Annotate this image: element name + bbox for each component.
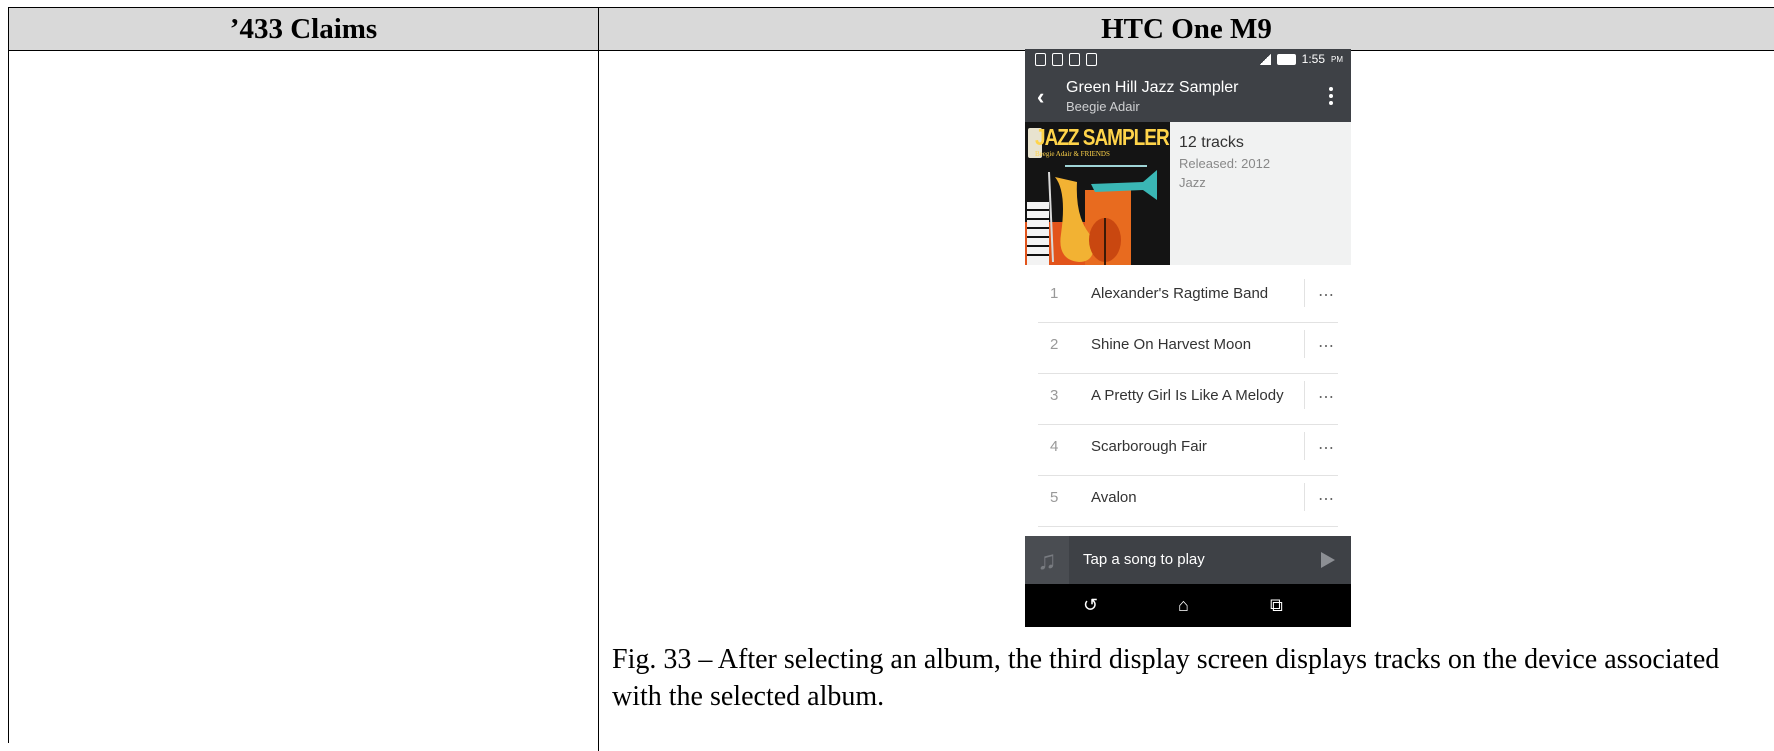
notification-icons [1035, 53, 1097, 66]
track-row[interactable]: 2 Shine On Harvest Moon ⋯ [1038, 316, 1338, 374]
track-row[interactable]: 3 A Pretty Girl Is Like A Melody ⋯ [1038, 367, 1338, 425]
nav-recents-icon[interactable]: ⧉ [1270, 595, 1283, 616]
status-bar: 1:55 PM [1025, 49, 1351, 73]
album-art-title: JAZZ SAMPLER [1035, 126, 1170, 152]
nav-back-icon[interactable]: ↺ [1083, 595, 1098, 616]
track-row[interactable]: 5 Avalon ⋯ [1038, 469, 1338, 527]
play-icon[interactable] [1321, 552, 1335, 568]
album-art-subtitle: Beegie Adair & FRIENDS [1035, 150, 1110, 158]
track-number: 1 [1050, 285, 1059, 302]
phone-screenshot: 1:55 PM ‹ Green Hill Jazz Sampler Beegie… [1025, 49, 1351, 627]
divider [1304, 432, 1305, 460]
battery-icon [1276, 53, 1296, 65]
back-icon[interactable]: ‹ [1037, 86, 1044, 108]
track-title: A Pretty Girl Is Like A Melody [1091, 387, 1284, 404]
track-number: 2 [1050, 336, 1059, 353]
status-right: 1:55 PM [1258, 52, 1343, 66]
nav-bar: ↺ ⌂ ⧉ [1025, 584, 1351, 627]
notification-icon [1035, 53, 1046, 66]
album-title: Green Hill Jazz Sampler [1066, 79, 1239, 96]
left-column-header: ’433 Claims [9, 8, 599, 51]
signal-icon [1258, 53, 1271, 65]
right-column-header: HTC One M9 [599, 8, 1774, 51]
divider [1304, 279, 1305, 307]
mini-player[interactable]: ♫ Tap a song to play [1025, 536, 1351, 584]
more-horiz-icon[interactable]: ⋯ [1318, 489, 1334, 509]
track-title: Scarborough Fair [1091, 438, 1207, 455]
music-note-icon: ♫ [1025, 536, 1069, 584]
track-number: 5 [1050, 489, 1059, 506]
figure-caption: Fig. 33 – After selecting an album, the … [612, 644, 1720, 712]
track-title: Shine On Harvest Moon [1091, 336, 1252, 353]
more-horiz-icon[interactable]: ⋯ [1318, 336, 1334, 356]
genre: Jazz [1179, 175, 1206, 190]
mini-player-text: Tap a song to play [1083, 551, 1205, 568]
status-ampm: PM [1331, 54, 1343, 64]
status-time: 1:55 [1301, 52, 1325, 66]
track-title: Avalon [1091, 489, 1137, 506]
album-art: JAZZ SAMPLER Beegie Adair & FRIENDS [1025, 122, 1170, 265]
album-header: JAZZ SAMPLER Beegie Adair & FRIENDS 12 t… [1025, 122, 1351, 265]
release-year: Released: 2012 [1179, 156, 1271, 171]
more-horiz-icon[interactable]: ⋯ [1318, 285, 1334, 305]
notification-icon [1069, 53, 1080, 66]
track-title: Alexander's Ragtime Band [1091, 285, 1269, 302]
claims-table: ’433 Claims HTC One M9 [8, 7, 1774, 751]
divider [1304, 483, 1305, 511]
track-number: 4 [1050, 438, 1059, 455]
divider [1304, 381, 1305, 409]
app-bar: ‹ Green Hill Jazz Sampler Beegie Adair [1025, 73, 1351, 122]
notification-icon [1052, 53, 1063, 66]
more-horiz-icon[interactable]: ⋯ [1318, 438, 1334, 458]
album-artist: Beegie Adair [1066, 99, 1140, 114]
notification-icon [1086, 53, 1097, 66]
track-list: 1 Alexander's Ragtime Band ⋯ 2 Shine On … [1025, 265, 1351, 541]
track-number: 3 [1050, 387, 1059, 404]
track-count: 12 tracks [1179, 134, 1244, 151]
track-row[interactable]: 1 Alexander's Ragtime Band ⋯ [1038, 265, 1338, 323]
divider [1304, 330, 1305, 358]
more-vert-icon[interactable] [1329, 87, 1333, 108]
column-divider [598, 51, 599, 751]
nav-home-icon[interactable]: ⌂ [1178, 595, 1189, 616]
more-horiz-icon[interactable]: ⋯ [1318, 387, 1334, 407]
track-row[interactable]: 4 Scarborough Fair ⋯ [1038, 418, 1338, 476]
